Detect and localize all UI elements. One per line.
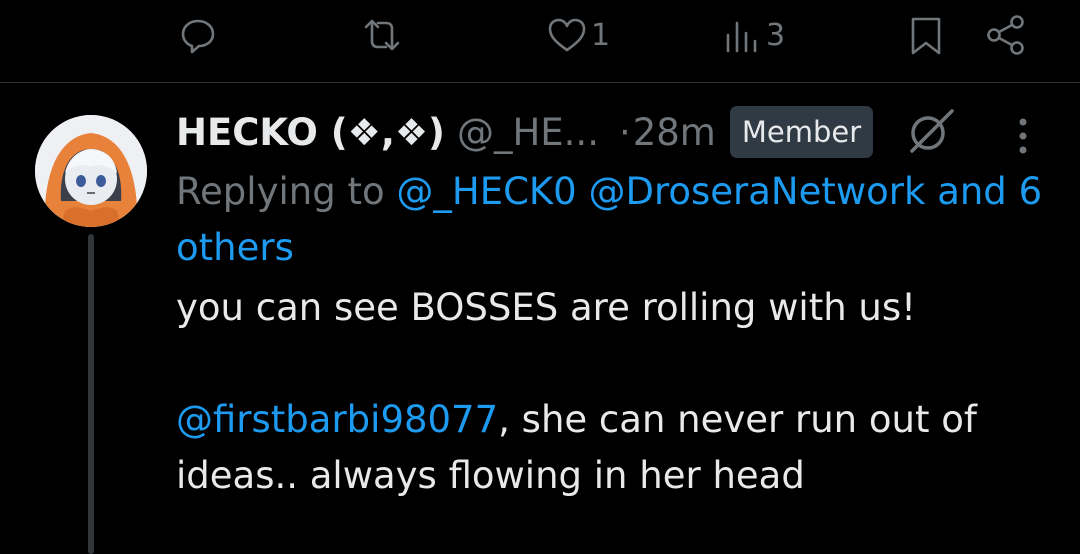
avatar[interactable] (35, 115, 147, 227)
heart-icon (548, 18, 586, 52)
action-bar: 1 3 (0, 0, 1080, 82)
body-paragraph-2: @firstbarbi98077, she can never run out … (176, 392, 1056, 504)
replying-prefix: Replying to (176, 170, 385, 213)
divider (0, 82, 1080, 83)
avatar-image (35, 115, 147, 227)
bookmark-icon (911, 17, 941, 55)
replying-and[interactable]: and (937, 170, 1007, 213)
reply-button[interactable] (176, 12, 222, 58)
reply-icon (181, 19, 215, 54)
thread-line (88, 234, 94, 554)
like-button[interactable]: 1 (545, 12, 610, 58)
bookmark-button[interactable] (904, 12, 948, 58)
author-name[interactable]: HECKO (❖,❖) (176, 111, 445, 154)
retweet-icon (364, 19, 400, 51)
post-header: HECKO (❖,❖) @_HE... · 28m Member (176, 106, 874, 158)
member-badge[interactable]: Member (729, 106, 874, 158)
post-time[interactable]: 28m (633, 111, 716, 154)
views-button[interactable]: 3 (720, 12, 785, 58)
more-options-icon[interactable] (1009, 116, 1037, 156)
share-icon (987, 15, 1024, 55)
retweet-button[interactable] (360, 12, 406, 58)
mention-link[interactable]: @firstbarbi98077 (176, 398, 498, 441)
replying-mentions[interactable]: @_HECK0 @DroseraNetwork (396, 170, 925, 213)
views-icon (726, 21, 757, 53)
views-count: 3 (766, 17, 786, 53)
community-slash-icon[interactable] (904, 105, 956, 157)
separator-dot: · (618, 110, 631, 154)
post-body: you can see BOSSES are rolling with us! … (176, 280, 1056, 504)
body-paragraph-1: you can see BOSSES are rolling with us! (176, 286, 916, 329)
like-count: 1 (591, 17, 611, 53)
author-handle[interactable]: @_HE... (457, 111, 599, 154)
share-button[interactable] (984, 12, 1028, 58)
replying-to: Replying to @_HECK0 @DroseraNetwork and … (176, 164, 1056, 276)
